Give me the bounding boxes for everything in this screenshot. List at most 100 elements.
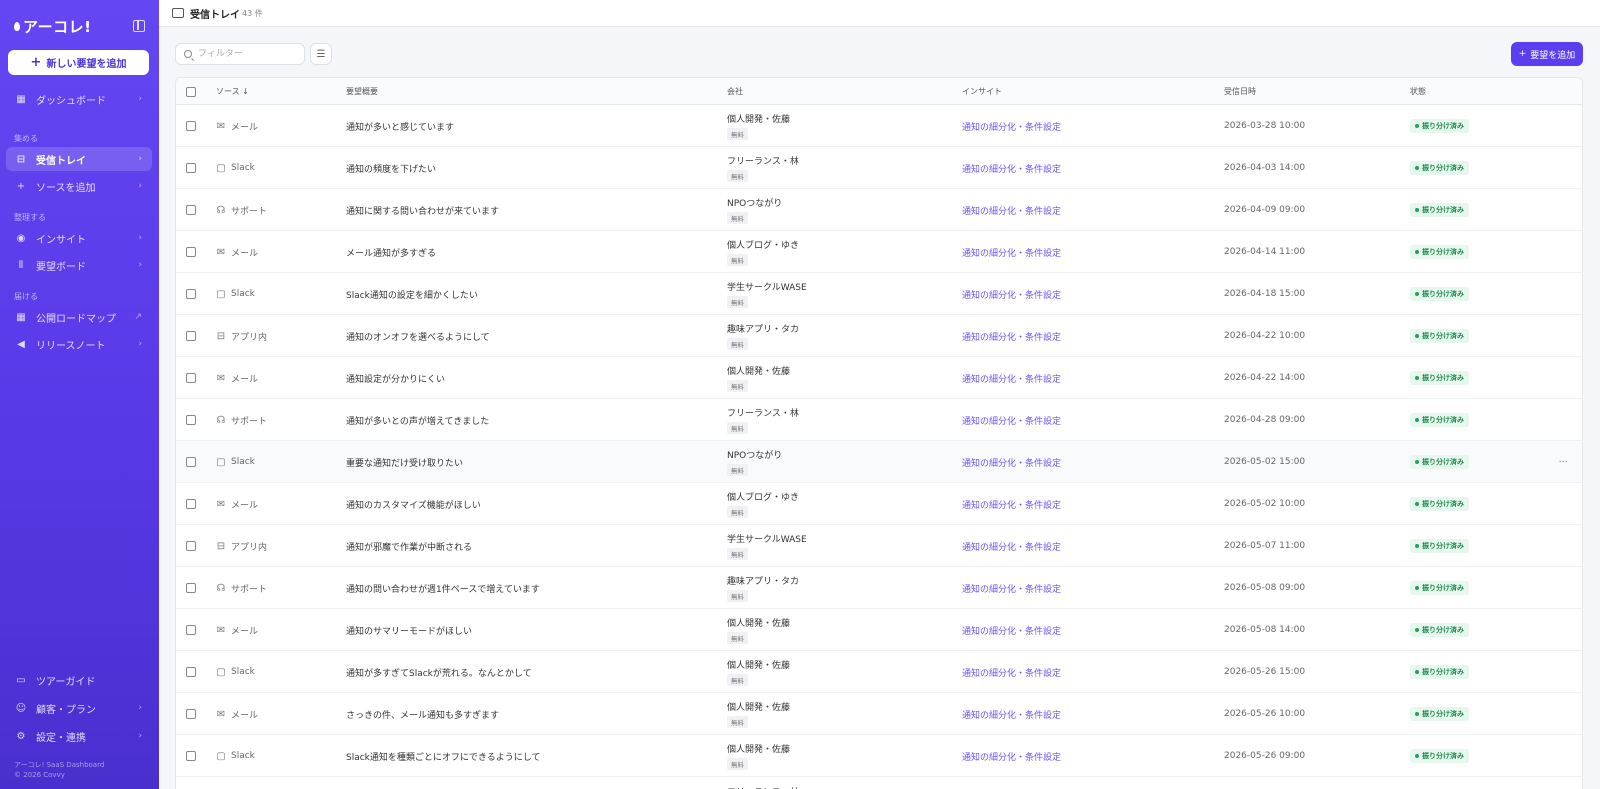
- source-label: Slack: [231, 163, 255, 173]
- summary-cell[interactable]: Slack通知の設定を細かくしたい: [346, 273, 478, 315]
- sidebar-item-insight[interactable]: ◉ インサイト ›: [6, 226, 152, 250]
- insight-link[interactable]: 通知の細分化・条件設定: [962, 105, 1061, 147]
- summary-cell[interactable]: さっきの件、メール通知も多すぎます: [346, 693, 499, 735]
- sidebar-item-customers[interactable]: ☺ 顧客・プラン ›: [6, 696, 152, 720]
- insight-link[interactable]: 通知の細分化・条件設定: [962, 189, 1061, 231]
- filter-input[interactable]: [198, 49, 298, 59]
- footer-app-name: アーコレ! SaaS Dashboard: [14, 761, 105, 769]
- logo[interactable]: アーコレ!: [14, 16, 91, 37]
- summary-cell[interactable]: 通知が多いと感じています: [346, 105, 454, 147]
- filter-settings-button[interactable]: ☰: [310, 43, 332, 65]
- summary-cell[interactable]: 通知が邪魔で作業が中断される: [346, 525, 472, 567]
- row-checkbox[interactable]: [186, 205, 196, 215]
- insight-link[interactable]: 通知の細分化・条件設定: [962, 441, 1061, 483]
- row-checkbox[interactable]: [186, 289, 196, 299]
- new-request-button[interactable]: + 新しい要望を追加: [8, 50, 149, 75]
- sidebar-collapse-icon[interactable]: [133, 20, 145, 32]
- mail-icon: ✉: [216, 624, 226, 636]
- sidebar-item-settings[interactable]: ⚙ 設定・連携 ›: [6, 724, 152, 748]
- insight-link[interactable]: 通知の細分化・条件設定: [962, 693, 1061, 735]
- sidebar-item-board[interactable]: ⫴ 要望ボード ›: [6, 253, 152, 277]
- sidebar-item-dashboard[interactable]: ▦ ダッシュボード ›: [6, 87, 152, 111]
- summary-cell[interactable]: 通知の問い合わせが週1件ペースで増えています: [346, 567, 540, 609]
- table-row[interactable]: ✉ メール 通知が多いと感じています 個人開発・佐藤 無料 通知の細分化・条件設定 2026…: [176, 105, 1582, 147]
- row-checkbox[interactable]: [186, 667, 196, 677]
- summary-cell[interactable]: 通知に関する問い合わせが来ています: [346, 189, 499, 231]
- status-dot: [1415, 670, 1419, 674]
- summary-cell[interactable]: 通知のサマリーモードがほしい: [346, 609, 472, 651]
- insight-link[interactable]: 通知の細分化・条件設定: [962, 525, 1061, 567]
- status-badge: 振り分け済み: [1410, 749, 1469, 763]
- source-label: サポート: [231, 584, 268, 595]
- insight-link[interactable]: 通知の細分化・条件設定: [962, 147, 1061, 189]
- summary-cell[interactable]: 通知が多すぎてSlackが荒れる。なんとかして: [346, 651, 532, 693]
- summary-cell[interactable]: メール通知が多すぎる: [346, 231, 436, 273]
- more-options-icon[interactable]: ···: [1558, 441, 1568, 483]
- status-badge: 振り分け済み: [1410, 203, 1469, 217]
- insight-link[interactable]: 通知の細分化・条件設定: [962, 735, 1061, 777]
- sidebar-item-tour-guide[interactable]: ▭ ツアーガイド: [6, 668, 152, 692]
- summary-cell[interactable]: 通知の頻度を下げたい: [346, 147, 436, 189]
- inbox-icon: [172, 8, 184, 18]
- insight-link[interactable]: 通知の細分化・条件設定: [962, 609, 1061, 651]
- column-header-source[interactable]: ソース ↓: [216, 78, 249, 105]
- insight-link[interactable]: 通知の細分化・条件設定: [962, 399, 1061, 441]
- table-row[interactable]: ✉ メール さっきの件、メール通知も多すぎます 個人開発・佐藤 無料 通知の細分化・条件設…: [176, 693, 1582, 735]
- table-row[interactable]: ▢ Slack Slack通知の設定を細かくしたい 学生サークルWASE 無料 通知の細分…: [176, 273, 1582, 315]
- summary-cell[interactable]: 重要な通知だけ受け取りたい: [346, 441, 463, 483]
- row-checkbox[interactable]: [186, 121, 196, 131]
- table-row[interactable]: ⊟ アプリ内 通知が邪魔で作業が中断される 学生サークルWASE 無料 通知の細分化・条件…: [176, 525, 1582, 567]
- insight-link[interactable]: 通知の細分化・条件設定: [962, 315, 1061, 357]
- insight-link[interactable]: 通知の細分化・条件設定: [962, 273, 1061, 315]
- sidebar-item-roadmap[interactable]: ▦ 公開ロードマップ ↗: [6, 305, 152, 329]
- table-row[interactable]: ☊ サポート 通知の問い合わせが週1件ペースで増えています 趣味アプリ・タカ 無料 通知の…: [176, 567, 1582, 609]
- row-checkbox[interactable]: [186, 583, 196, 593]
- row-checkbox[interactable]: [186, 625, 196, 635]
- table-row[interactable]: ✉ メール 通知のカスタマイズ機能がほしい 個人ブログ・ゆき 無料 通知の細分化・条件設定…: [176, 483, 1582, 525]
- new-request-label: 新しい要望を追加: [46, 59, 127, 70]
- table-row[interactable]: ⊟ アプリ内 通知のオンオフを選べるようにして 趣味アプリ・タカ 無料 通知の細分化・条件…: [176, 315, 1582, 357]
- table-row[interactable]: ☊ サポート 通知が多いとの声が増えてきました フリーランス・林 無料 通知の細分化・条件…: [176, 399, 1582, 441]
- row-checkbox[interactable]: [186, 247, 196, 257]
- sidebar-item-inbox[interactable]: ⊟ 受信トレイ ›: [6, 147, 152, 171]
- insight-link[interactable]: 通知の細分化・条件設定: [962, 231, 1061, 273]
- table-row[interactable]: ✉ メール メール通知が多すぎる 個人ブログ・ゆき 無料 通知の細分化・条件設定 2026-…: [176, 231, 1582, 273]
- table-row[interactable]: ▢ Slack 重要な通知だけ受け取りたい NPOつながり 無料 通知の細分化・条件設定 2…: [176, 441, 1582, 483]
- row-checkbox[interactable]: [186, 163, 196, 173]
- table-row[interactable]: ▢ Slack 通知の頻度を下げたい フリーランス・林 無料 通知の細分化・条件設定 202…: [176, 147, 1582, 189]
- row-checkbox[interactable]: [186, 331, 196, 341]
- status-label: 振り分け済み: [1422, 416, 1464, 424]
- table-row[interactable]: ✉ メール 通知設定が分かりにくい 個人開発・佐藤 無料 通知の細分化・条件設定 2026-…: [176, 357, 1582, 399]
- status-cell: 振り分け済み: [1410, 651, 1469, 693]
- sidebar-item-add-source[interactable]: + ソースを追加 ›: [6, 174, 152, 198]
- summary-cell[interactable]: 通知が多いとの声が増えてきました: [346, 399, 489, 441]
- summary-cell[interactable]: 通知のカスタマイズ機能がほしい: [346, 483, 481, 525]
- row-checkbox[interactable]: [186, 415, 196, 425]
- table-row[interactable]: ✉ メール 通知のサマリーモードがほしい 個人開発・佐藤 無料 通知の細分化・条件設定 20…: [176, 609, 1582, 651]
- company-name: 個人開発・佐藤: [727, 745, 791, 755]
- chat-icon: ▢: [216, 750, 226, 762]
- add-request-button[interactable]: + 要望を追加: [1511, 42, 1583, 66]
- table-row[interactable]: ☊ サポート 通知に関する問い合わせが来ています NPOつながり 無料 通知の細分化・条件…: [176, 189, 1582, 231]
- row-checkbox[interactable]: [186, 709, 196, 719]
- row-checkbox[interactable]: [186, 457, 196, 467]
- insight-link[interactable]: 通知の細分化・条件設定: [962, 483, 1061, 525]
- row-checkbox[interactable]: [186, 373, 196, 383]
- insight-link[interactable]: 通知の細分化・条件設定: [962, 567, 1061, 609]
- table-row[interactable]: ▢ Slack 通知が多すぎてSlackが荒れる。なんとかして 個人開発・佐藤 無料 通知…: [176, 651, 1582, 693]
- company-cell: フリーランス・林: [727, 777, 799, 789]
- sidebar-item-release-notes[interactable]: ◀ リリースノート ›: [6, 332, 152, 356]
- summary-cell[interactable]: Slack通知を種類ごとにオフにできるようにして: [346, 735, 540, 777]
- select-all-checkbox[interactable]: [186, 86, 196, 97]
- gear-icon: ⚙: [16, 730, 26, 742]
- insight-link[interactable]: 通知の細分化・条件設定: [962, 651, 1061, 693]
- insight-link[interactable]: 通知の細分化・条件設定: [962, 357, 1061, 399]
- table-row[interactable]: フリーランス・林: [176, 777, 1582, 789]
- row-checkbox[interactable]: [186, 499, 196, 509]
- summary-cell[interactable]: 通知のオンオフを選べるようにして: [346, 315, 490, 357]
- row-checkbox[interactable]: [186, 541, 196, 551]
- source-label: サポート: [231, 206, 268, 217]
- row-checkbox[interactable]: [186, 751, 196, 761]
- table-row[interactable]: ▢ Slack Slack通知を種類ごとにオフにできるようにして 個人開発・佐藤 無料 通…: [176, 735, 1582, 777]
- summary-cell[interactable]: 通知設定が分かりにくい: [346, 357, 445, 399]
